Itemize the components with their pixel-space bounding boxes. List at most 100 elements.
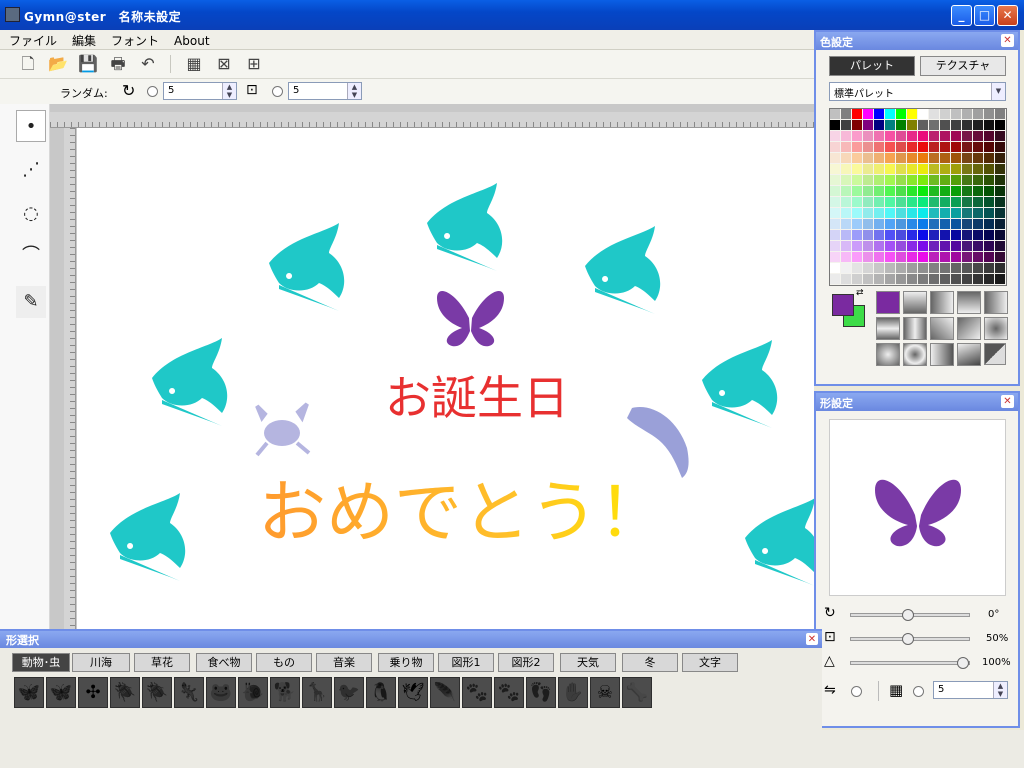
close-button[interactable]: ✕	[997, 5, 1018, 26]
tab-texture[interactable]: テクスチャ	[920, 56, 1006, 76]
open-file-icon[interactable]: 📂	[48, 54, 68, 74]
palette-swatch[interactable]	[984, 274, 994, 284]
palette-swatch[interactable]	[852, 186, 862, 196]
palette-swatch[interactable]	[940, 175, 950, 185]
palette-swatch[interactable]	[951, 241, 961, 251]
palette-swatch[interactable]	[995, 109, 1005, 119]
palette-swatch[interactable]	[951, 164, 961, 174]
palette-swatch[interactable]	[940, 274, 950, 284]
menu-font[interactable]: フォント	[102, 30, 165, 49]
palette-swatch[interactable]	[962, 230, 972, 240]
gradient-band-h-icon[interactable]	[876, 317, 900, 340]
palette-swatch[interactable]	[907, 131, 917, 141]
palette-swatch[interactable]	[896, 142, 906, 152]
gradient-corner-icon[interactable]	[957, 343, 981, 366]
palette-swatch[interactable]	[852, 230, 862, 240]
palette-swatch[interactable]	[918, 153, 928, 163]
angelfish-shape[interactable]	[110, 493, 186, 581]
palette-swatch[interactable]	[874, 219, 884, 229]
palette-swatch[interactable]	[830, 230, 840, 240]
palette-swatch[interactable]	[918, 274, 928, 284]
palette-swatch[interactable]	[863, 263, 873, 273]
gradient-ring-icon[interactable]	[903, 343, 927, 366]
palette-swatch[interactable]	[907, 241, 917, 251]
palette-swatch[interactable]	[995, 164, 1005, 174]
palette-swatch[interactable]	[962, 263, 972, 273]
stepper-arrows-icon[interactable]: ▲ ▼	[347, 83, 361, 99]
greeting-text[interactable]: おめでとう！	[258, 474, 666, 553]
palette-swatch[interactable]	[995, 230, 1005, 240]
palette-swatch[interactable]	[863, 109, 873, 119]
gradient-radial-icon[interactable]	[876, 343, 900, 366]
palette-swatch[interactable]	[863, 241, 873, 251]
palette-swatch[interactable]	[973, 208, 983, 218]
palette-swatch[interactable]	[896, 241, 906, 251]
palette-swatch[interactable]	[984, 153, 994, 163]
palette-swatch[interactable]	[852, 197, 862, 207]
palette-swatch[interactable]	[995, 219, 1005, 229]
category-tab[interactable]: 川海	[72, 653, 130, 672]
palette-swatch[interactable]	[984, 197, 994, 207]
palette-swatch[interactable]	[863, 131, 873, 141]
palette-swatch[interactable]	[896, 164, 906, 174]
palette-swatch[interactable]	[929, 109, 939, 119]
palette-swatch[interactable]	[885, 120, 895, 130]
palette-swatch[interactable]	[841, 131, 851, 141]
palette-swatch[interactable]	[907, 208, 917, 218]
palette-swatch[interactable]	[863, 252, 873, 262]
palette-swatch[interactable]	[951, 142, 961, 152]
palette-swatch[interactable]	[951, 252, 961, 262]
palette-swatch[interactable]	[973, 142, 983, 152]
palette-swatch[interactable]	[852, 142, 862, 152]
opacity-slider[interactable]	[850, 661, 970, 665]
palette-swatch[interactable]	[885, 142, 895, 152]
angelfish-shape[interactable]	[745, 498, 814, 586]
rotate-radio[interactable]	[147, 86, 158, 97]
palette-swatch[interactable]	[984, 208, 994, 218]
palette-swatch[interactable]	[929, 175, 939, 185]
palette-swatch[interactable]	[874, 175, 884, 185]
palette-swatch[interactable]	[995, 208, 1005, 218]
palette-swatch[interactable]	[885, 175, 895, 185]
palette-swatch[interactable]	[830, 263, 840, 273]
palette-swatch[interactable]	[863, 219, 873, 229]
palette-swatch[interactable]	[874, 164, 884, 174]
palette-swatch[interactable]	[885, 109, 895, 119]
palette-swatch[interactable]	[918, 252, 928, 262]
palette-swatch[interactable]	[863, 142, 873, 152]
palette-swatch[interactable]	[984, 263, 994, 273]
palette-swatch[interactable]	[907, 142, 917, 152]
palette-swatch[interactable]	[973, 263, 983, 273]
palette-swatch[interactable]	[918, 219, 928, 229]
drawing-paper[interactable]: お誕生日 おめでとう！	[77, 128, 814, 629]
print-icon[interactable]: 🖶	[108, 54, 128, 74]
bird-icon[interactable]: 🐦	[334, 677, 364, 708]
palette-swatch[interactable]	[896, 186, 906, 196]
footprint-icon[interactable]: 👣	[526, 677, 556, 708]
palette-swatch[interactable]	[951, 208, 961, 218]
palette-swatch[interactable]	[973, 175, 983, 185]
palette-swatch[interactable]	[995, 274, 1005, 284]
feather-icon[interactable]: 🪶	[430, 677, 460, 708]
palette-swatch[interactable]	[984, 120, 994, 130]
gradient-diagonal2-icon[interactable]	[957, 317, 981, 340]
palette-swatch[interactable]	[863, 208, 873, 218]
moth-icon[interactable]: 🦋	[46, 677, 76, 708]
palette-swatch[interactable]	[962, 186, 972, 196]
snail-icon[interactable]: 🐌	[238, 677, 268, 708]
palette-swatch[interactable]	[874, 197, 884, 207]
palette-swatch[interactable]	[962, 197, 972, 207]
palette-swatch[interactable]	[841, 208, 851, 218]
opacity-slider-knob[interactable]	[957, 657, 969, 669]
butterfly-icon[interactable]: 🦋	[14, 677, 44, 708]
gradient-band-v-icon[interactable]	[903, 317, 927, 340]
hand-icon[interactable]: ✋	[558, 677, 588, 708]
palette-swatch[interactable]	[940, 252, 950, 262]
palette-swatch[interactable]	[995, 153, 1005, 163]
palette-swatch[interactable]	[951, 175, 961, 185]
palette-swatch[interactable]	[830, 197, 840, 207]
palette-swatch[interactable]	[995, 120, 1005, 130]
palette-swatch[interactable]	[841, 241, 851, 251]
palette-swatch[interactable]	[885, 252, 895, 262]
palette-swatch[interactable]	[929, 197, 939, 207]
